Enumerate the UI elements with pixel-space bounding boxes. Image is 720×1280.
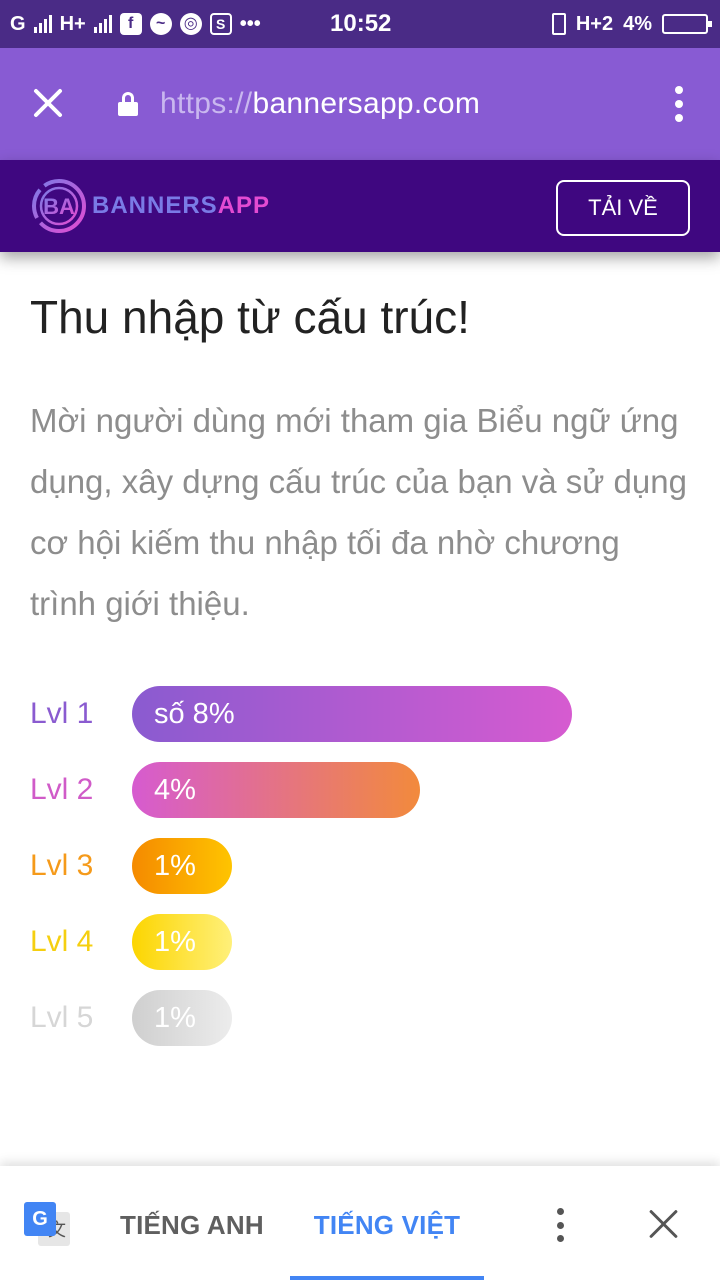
level-label: Lvl 5 xyxy=(30,1001,94,1034)
tab-target-language[interactable]: TIẾNG VIỆT xyxy=(290,1166,484,1280)
level-row-1: Lvl 1 số 8% xyxy=(0,686,720,742)
level-label: Lvl 4 xyxy=(30,925,94,958)
network-label: H+2 xyxy=(575,12,614,35)
level-bar: 1% xyxy=(132,838,232,894)
lock-icon[interactable] xyxy=(118,92,138,116)
url-text[interactable]: https://bannersapp.com xyxy=(160,82,480,126)
status-right: H+2 4% xyxy=(551,0,712,48)
vibrate-icon xyxy=(551,13,566,35)
chrome-icon: ◎ xyxy=(179,13,202,35)
carrier-2-label: H+ xyxy=(59,12,86,35)
level-label: Lvl 3 xyxy=(30,849,94,882)
level-row-4: Lvl 4 1% xyxy=(0,914,720,970)
carrier-1-label: G xyxy=(10,12,26,35)
status-bar: G H+ f ~ ◎ S ••• 10:52 H+2 4% xyxy=(0,0,720,48)
level-row-3: Lvl 3 1% xyxy=(0,838,720,894)
screenshot-icon: S xyxy=(209,13,232,35)
translate-bar: 文 G TIẾNG ANH TIẾNG VIỆT xyxy=(0,1166,720,1280)
more-dots-icon: ••• xyxy=(239,12,261,35)
level-label: Lvl 1 xyxy=(30,697,94,730)
translate-close-icon[interactable] xyxy=(644,1204,684,1244)
url-host: bannersapp.com xyxy=(252,87,481,120)
tab-source-language[interactable]: TIẾNG ANH xyxy=(120,1166,264,1280)
translate-more-icon[interactable] xyxy=(555,1208,565,1242)
clock: 10:52 xyxy=(330,10,392,37)
level-bar: 4% xyxy=(132,762,420,818)
status-left: G H+ f ~ ◎ S ••• xyxy=(10,0,261,48)
level-bar: 1% xyxy=(132,990,232,1046)
svg-text:BA: BA xyxy=(43,194,75,219)
bannersapp-logo[interactable]: BA BANNERSAPP xyxy=(30,177,270,235)
page-title: Thu nhập từ cấu trúc! xyxy=(30,291,470,343)
signal-icon xyxy=(93,15,112,33)
battery-icon xyxy=(662,14,712,34)
level-bar: 1% xyxy=(132,914,232,970)
close-tab-icon[interactable] xyxy=(26,82,70,126)
logo-mark-icon: BA xyxy=(32,179,86,233)
level-label: Lvl 2 xyxy=(30,773,94,806)
download-button[interactable]: TẢI VỀ xyxy=(556,180,690,236)
page-description: Mời người dùng mới tham gia Biểu ngữ ứng… xyxy=(30,402,687,622)
level-row-2: Lvl 2 4% xyxy=(0,762,720,818)
level-bar: số 8% xyxy=(132,686,572,742)
browser-toolbar: https://bannersapp.com xyxy=(0,48,720,160)
site-header: BA BANNERSAPP TẢI VỀ xyxy=(0,160,720,252)
url-protocol: https:// xyxy=(160,87,253,120)
level-row-5: Lvl 5 1% xyxy=(0,990,720,1046)
browser-menu-icon[interactable] xyxy=(674,86,684,122)
logo-text: BANNERSAPP xyxy=(92,192,271,219)
google-translate-icon[interactable]: 文 G xyxy=(24,1202,72,1250)
battery-percent: 4% xyxy=(623,12,652,35)
messenger-icon: ~ xyxy=(149,13,172,35)
signal-icon xyxy=(33,15,52,33)
facebook-icon: f xyxy=(119,13,142,35)
